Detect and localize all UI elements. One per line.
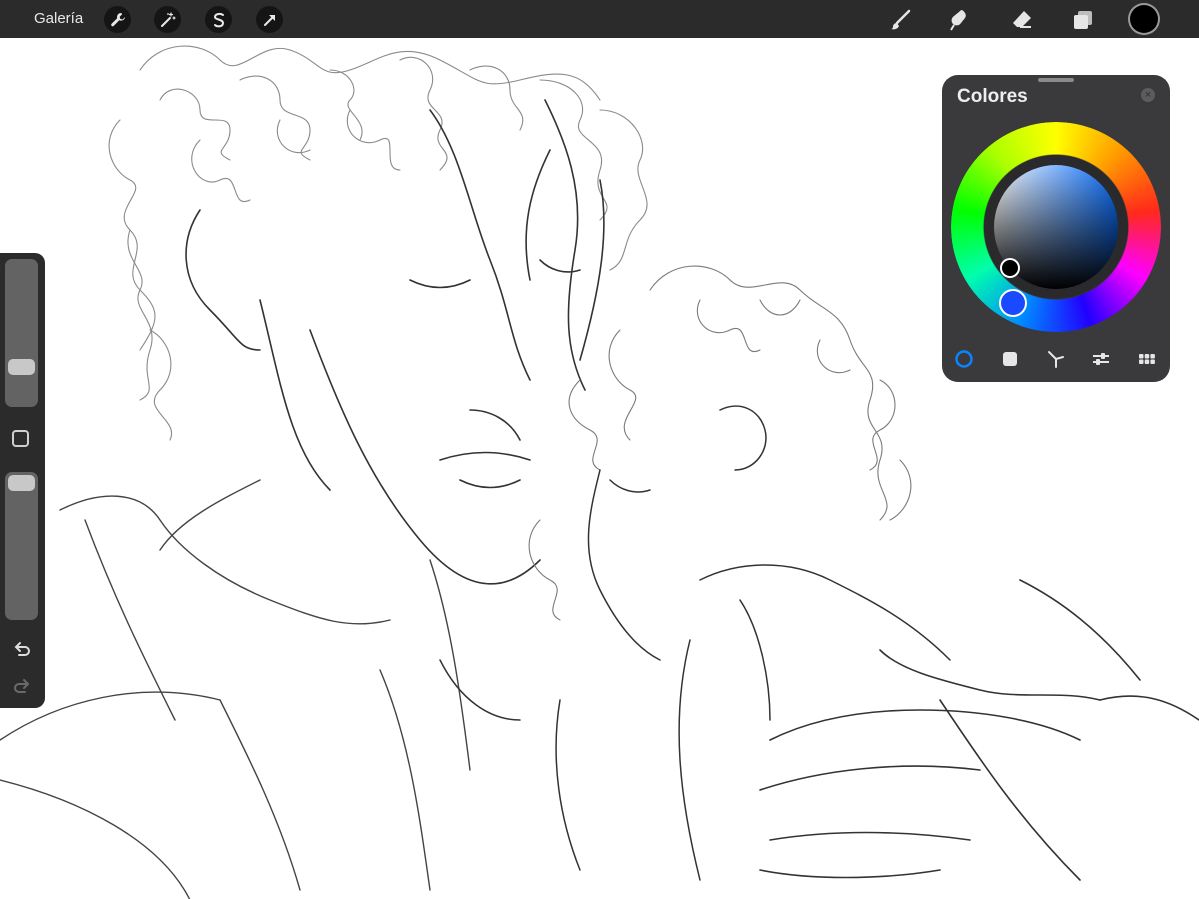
value-tab-icon[interactable] [1090,348,1112,370]
panel-grabber[interactable] [1038,78,1074,82]
brush-size-thumb[interactable] [8,359,35,375]
palettes-tab-icon[interactable] [1136,348,1158,370]
child-figure-sketch [439,405,951,881]
brush-size-slider[interactable] [5,259,38,407]
hand-sketch [759,579,1199,881]
adult-face-sketch [185,99,605,585]
adult-body-sketch [0,479,471,899]
undo-icon[interactable] [11,639,33,661]
colors-panel: Colores × [942,75,1170,382]
eraser-icon[interactable] [1008,6,1036,34]
modifier-square-icon[interactable] [12,430,29,447]
current-color-swatch[interactable] [1130,5,1158,33]
harmony-tab-icon[interactable] [1045,348,1067,370]
layers-icon[interactable] [1069,6,1097,34]
gallery-button[interactable]: Galería [34,10,83,27]
opacity-slider[interactable] [5,472,38,620]
redo-icon[interactable] [11,676,33,698]
magic-wand-icon[interactable] [154,6,181,33]
opacity-thumb[interactable] [8,475,35,491]
colors-panel-title: Colores [957,86,1028,107]
smudge-icon[interactable] [946,6,974,34]
color-picker-knob[interactable] [1002,260,1018,276]
child-hair-sketch [528,265,912,621]
close-icon[interactable]: × [1141,88,1155,102]
adult-hair-sketch [108,45,648,441]
top-toolbar: Galería [0,0,1199,38]
disc-tab-icon[interactable] [953,348,975,370]
brush-icon[interactable] [886,6,914,34]
left-sidebar [0,253,45,708]
selection-icon[interactable] [205,6,232,33]
classic-tab-icon[interactable] [999,348,1021,370]
hue-picker-knob[interactable] [999,289,1027,317]
transform-arrow-icon[interactable] [256,6,283,33]
wrench-icon[interactable] [104,6,131,33]
